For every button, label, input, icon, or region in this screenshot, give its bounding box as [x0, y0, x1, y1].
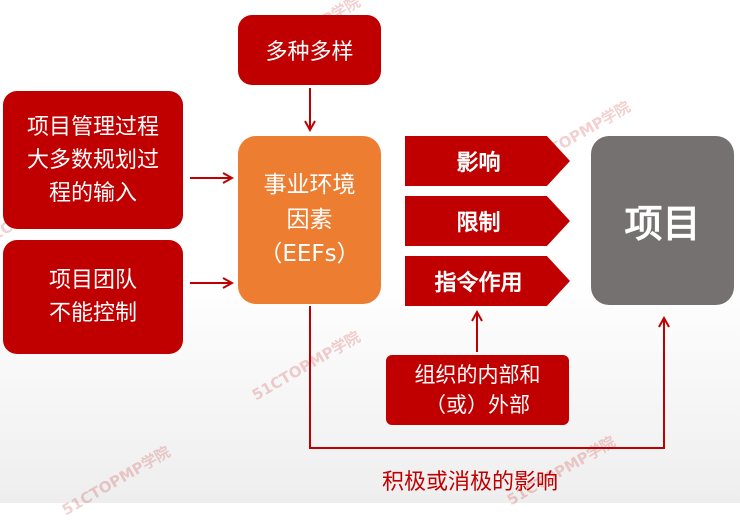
effect-arrow-influence: 影响 — [405, 136, 570, 186]
effect-arrow-restrict: 限制 — [405, 196, 570, 246]
org-source-box: 组织的内部和 （或）外部 — [386, 355, 569, 425]
bottom-caption: 积极或消极的影响 — [381, 470, 558, 495]
input-box-planning: 项目管理过程 大多数规划过 程的输入 — [3, 91, 183, 229]
input-box-team: 项目团队 不能控制 — [3, 240, 183, 354]
effect-arrow-directive: 指令作用 — [405, 256, 570, 306]
eef-box: 事业环境 因素 （EEFs） — [238, 136, 381, 304]
project-box: 项目 — [591, 136, 734, 305]
diversity-box: 多种多样 — [238, 15, 381, 85]
